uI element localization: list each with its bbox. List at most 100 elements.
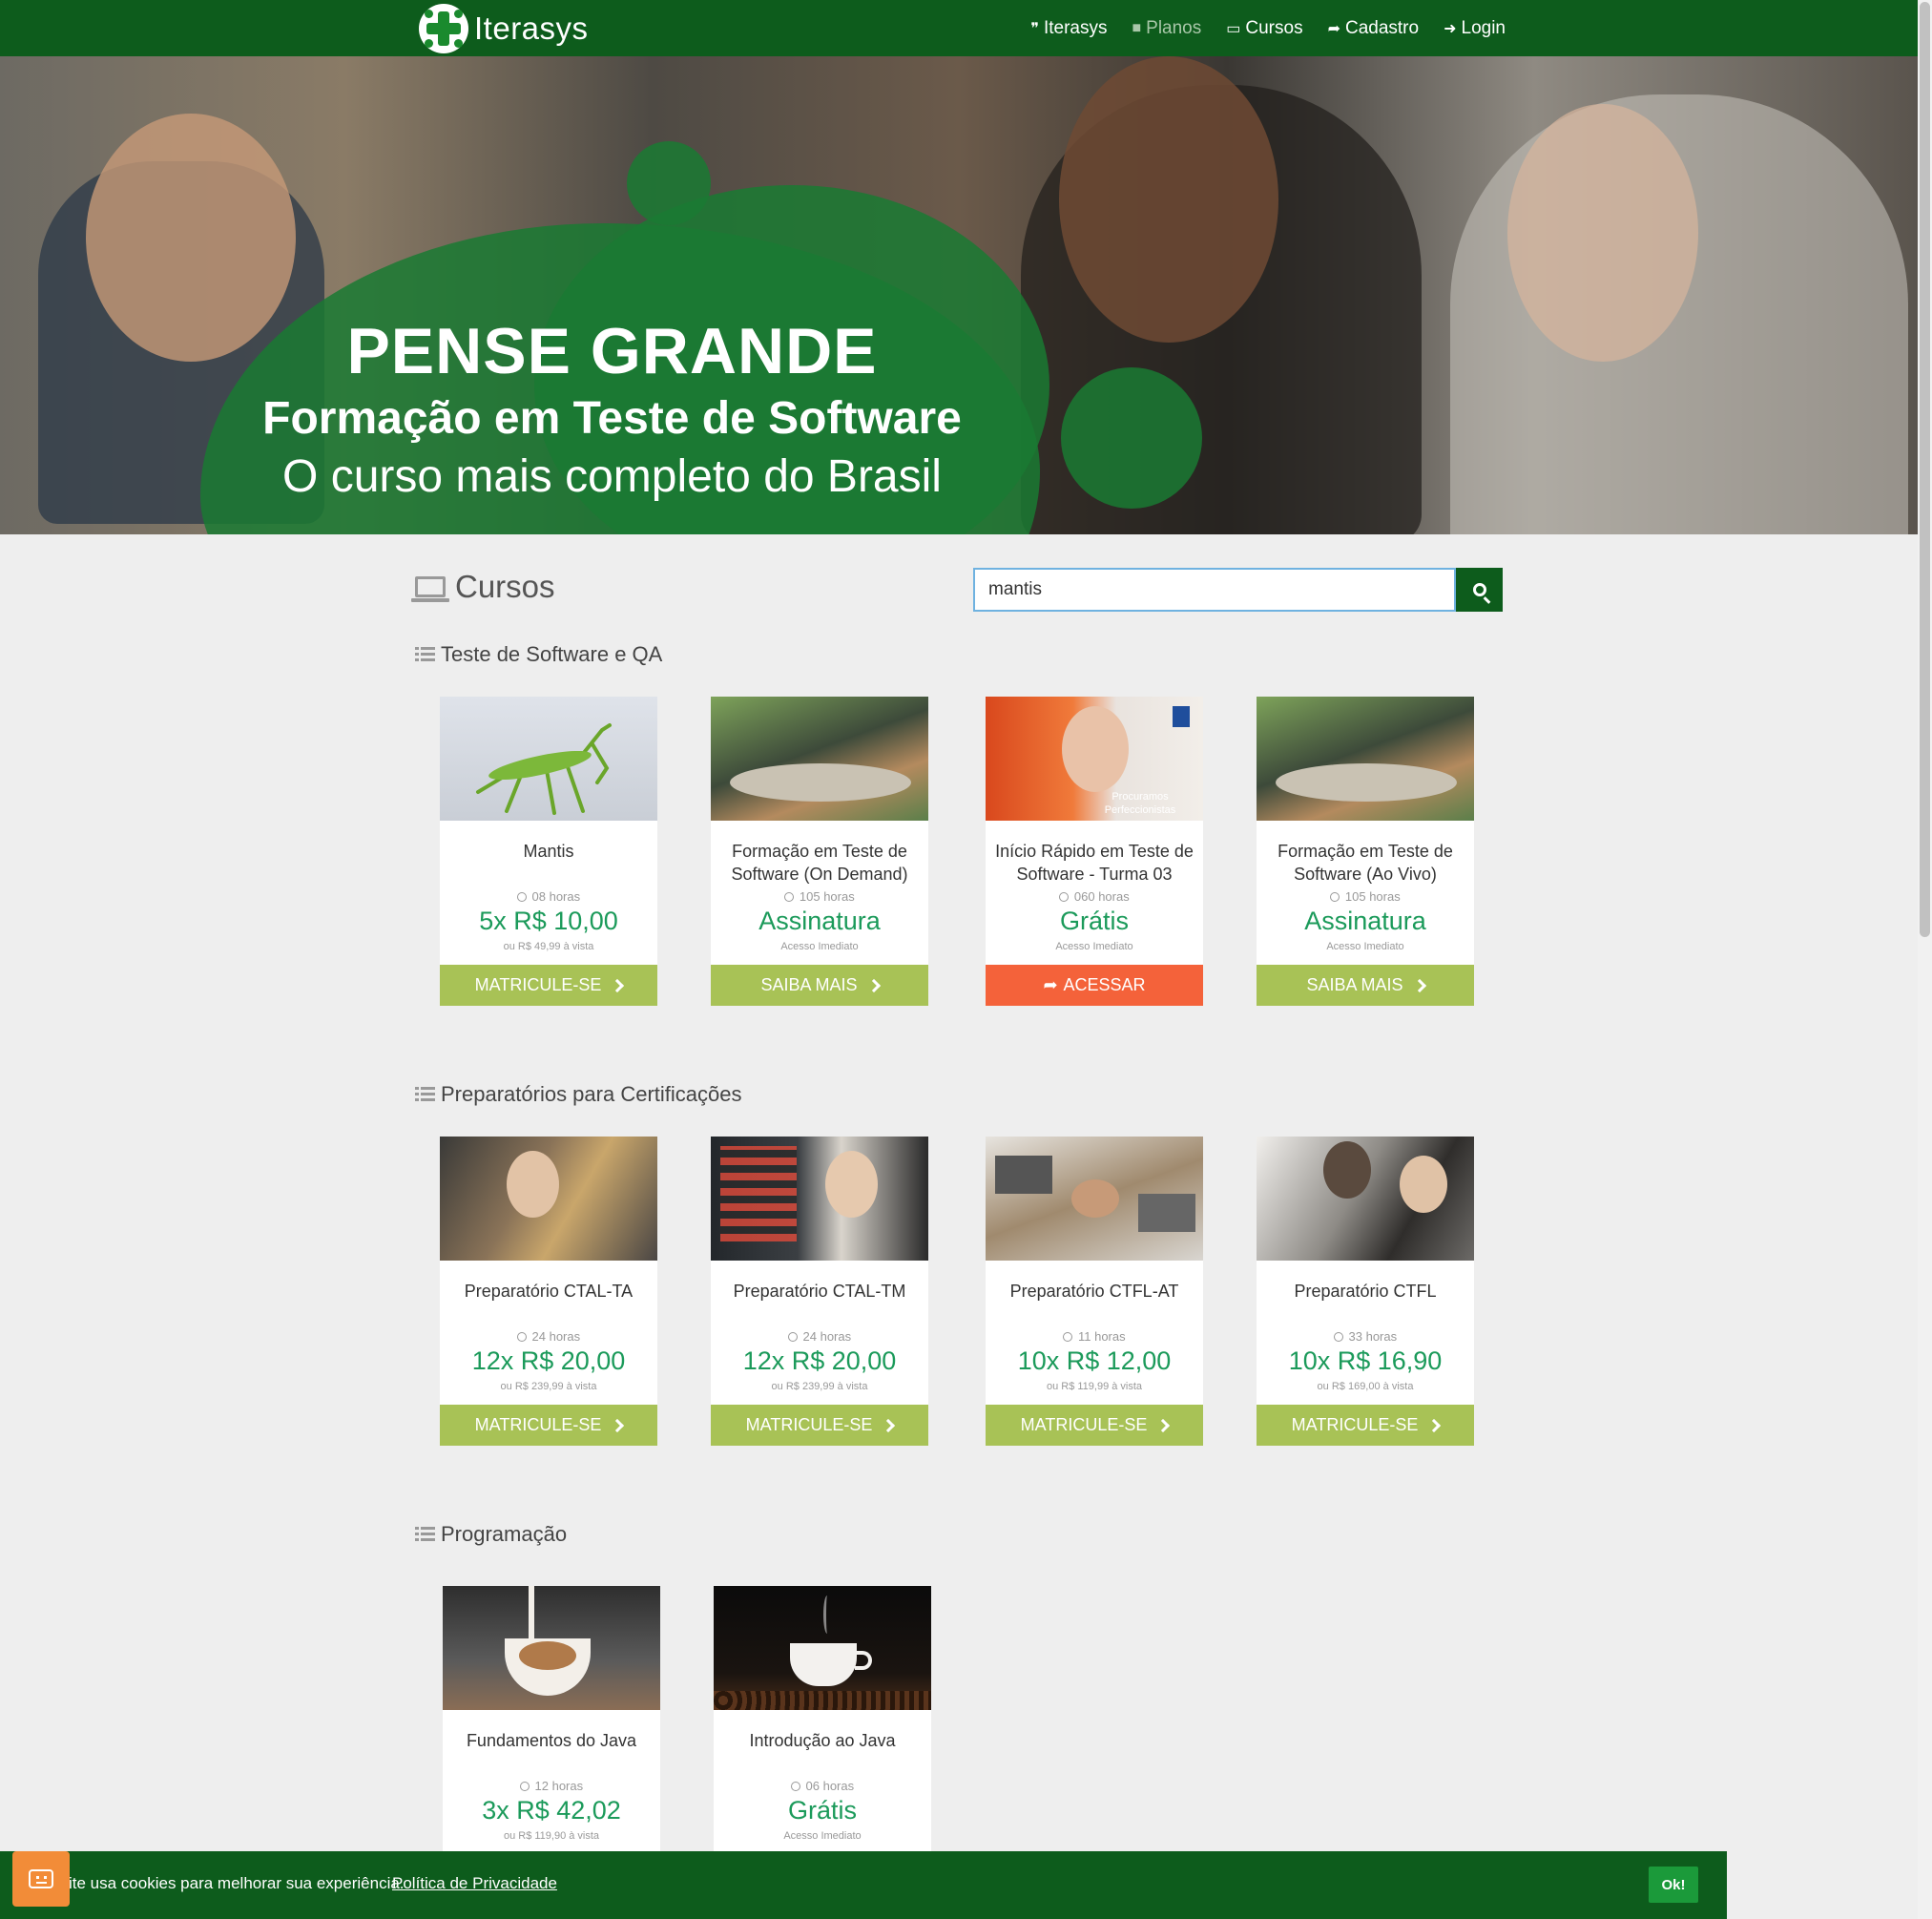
chevron-right-icon [611,978,625,992]
list-icon [415,1527,435,1542]
iterasys-logo-icon [419,4,468,53]
cookie-ok-button[interactable]: Ok! [1649,1867,1698,1903]
course-hours: 08 horas [440,889,657,904]
clock-icon [784,892,795,902]
nav-item-cursos[interactable]: ▭ Cursos [1226,18,1302,39]
bookmark-icon: ■ [1132,19,1142,36]
hero-photo-person [1507,104,1698,362]
course-card-formacao-ao-vivo[interactable]: Formação em Teste de Software (Ao Vivo) … [1257,697,1474,1006]
chat-widget-button[interactable] [12,1851,70,1907]
share-icon: ➦ [1327,20,1340,37]
course-card-mantis[interactable]: Mantis 08 horas 5x R$ 10,00 ou R$ 49,99 … [440,697,657,1006]
course-price: Assinatura [1304,907,1426,935]
course-image-woman-magnifier: Procuramos Perfeccionistas [986,697,1203,821]
nav-item-login[interactable]: ➜ Login [1444,18,1506,39]
section-title-preparatorios: Preparatórios para Certificações [415,1082,741,1107]
course-price: 5x R$ 10,00 [479,907,618,935]
nav-item-label: Planos [1146,17,1202,38]
chevron-right-icon [1412,978,1426,992]
hero-subtitle: Formação em Teste de Software [262,393,962,444]
course-price: 12x R$ 20,00 [742,1346,897,1375]
search-button[interactable] [1456,568,1503,612]
course-price-note: Acesso Imediato [1055,941,1133,952]
enroll-button[interactable]: MATRICULE-SE [440,965,657,1006]
course-card-introducao-java[interactable]: Introdução ao Java 06 horas Grátis Acess… [714,1586,931,1851]
course-name: Preparatório CTAL-TM [733,1282,906,1301]
enroll-button[interactable]: MATRICULE-SE [1257,1405,1474,1446]
course-price-note: ou R$ 169,00 à vista [1317,1381,1414,1392]
course-price: 10x R$ 16,90 [1288,1346,1443,1375]
hero-title: PENSE GRANDE [346,315,878,387]
course-image-people-laptop [440,1137,657,1261]
courses-title: Cursos [455,569,555,604]
course-price: Grátis [1059,907,1129,935]
course-card-ctal-tm[interactable]: Preparatório CTAL-TM 24 horas 12x R$ 20,… [711,1137,928,1446]
brand-link[interactable]: Iterasys [419,4,589,53]
hero-banner: PENSE GRANDE Formação em Teste de Softwa… [0,56,1918,534]
chevron-right-icon [611,1418,625,1432]
laptop-icon [411,576,449,602]
course-image-mantis [440,697,657,821]
course-hours: 33 horas [1257,1329,1474,1344]
enroll-button[interactable]: MATRICULE-SE [711,1405,928,1446]
laptop-icon: ▭ [1226,20,1241,37]
section-title-programacao: Programação [415,1522,567,1547]
course-price: 12x R$ 20,00 [471,1346,626,1375]
section-title-label: Teste de Software e QA [441,642,663,666]
course-card-ctfl[interactable]: Preparatório CTFL 33 horas 10x R$ 16,90 … [1257,1137,1474,1446]
section-title-label: Preparatórios para Certificações [441,1082,742,1106]
main-nav: ❞ Iterasys ■ Planos ▭ Cursos ➦ Cadastro … [1006,0,1506,56]
privacy-policy-link[interactable]: Política de Privacidade [392,1874,557,1893]
search-icon [1472,583,1486,596]
course-search-input[interactable] [973,568,1456,612]
course-card-ctal-ta[interactable]: Preparatório CTAL-TA 24 horas 12x R$ 20,… [440,1137,657,1446]
course-image-group-table [1257,697,1474,821]
course-price-note: Acesso Imediato [783,1830,862,1842]
course-image-sticky-notes [711,1137,928,1261]
chevron-right-icon [866,978,881,992]
list-icon [415,1087,435,1102]
hero-tagline: O curso mais completo do Brasil [282,451,942,502]
course-card-inicio-rapido[interactable]: Procuramos Perfeccionistas Início Rápido… [986,697,1203,1006]
nav-item-iterasys[interactable]: ❞ Iterasys [1030,18,1107,39]
course-hours: 24 horas [711,1329,928,1344]
scrollbar-thumb[interactable] [1920,2,1930,937]
nav-item-planos[interactable]: ■ Planos [1132,18,1201,39]
nav-item-label: Cursos [1245,17,1303,38]
chevron-right-icon [882,1418,896,1432]
enroll-button[interactable]: MATRICULE-SE [986,1405,1203,1446]
learn-more-button[interactable]: SAIBA MAIS [711,965,928,1006]
course-card-fundamentos-java[interactable]: Fundamentos do Java 12 horas 3x R$ 42,02… [443,1586,660,1851]
course-image-group-table [711,697,928,821]
chevron-right-icon [1427,1418,1442,1432]
cookie-message: ite usa cookies para melhorar sua experi… [69,1874,405,1892]
course-price-note: ou R$ 119,90 à vista [503,1830,600,1842]
course-price: Assinatura [758,907,881,935]
course-hours: 24 horas [440,1329,657,1344]
course-name: Início Rápido em Teste de Software - Tur… [995,842,1194,884]
nav-item-label: Login [1461,17,1506,38]
course-image-team-hands [986,1137,1203,1261]
learn-more-button[interactable]: SAIBA MAIS [1257,965,1474,1006]
course-card-formacao-on-demand[interactable]: Formação em Teste de Software (On Demand… [711,697,928,1006]
clock-icon [790,1782,800,1791]
course-name: Formação em Teste de Software (On Demand… [731,842,908,884]
courses-heading: Cursos [411,569,555,605]
clock-icon [1330,892,1340,902]
course-name: Introdução ao Java [749,1731,896,1750]
course-price-note: ou R$ 49,99 à vista [503,941,594,952]
access-button[interactable]: ➦ ACESSAR [986,965,1203,1006]
nav-item-label: Cadastro [1344,17,1420,38]
nav-item-cadastro[interactable]: ➦ Cadastro [1328,18,1420,39]
course-name: Preparatório CTFL [1294,1282,1437,1301]
page-scrollbar[interactable] [1918,0,1932,1919]
enroll-button[interactable]: MATRICULE-SE [440,1405,657,1446]
clock-icon [516,892,527,902]
course-card-ctfl-at[interactable]: Preparatório CTFL-AT 11 horas 10x R$ 12,… [986,1137,1203,1446]
hero-photo-person [1059,56,1278,343]
course-name: Preparatório CTFL-AT [1009,1282,1179,1301]
section-title-label: Programação [441,1522,568,1546]
course-name: Fundamentos do Java [466,1731,637,1750]
image-caption: Procuramos Perfeccionistas [1104,791,1176,816]
course-name: Preparatório CTAL-TA [464,1282,634,1301]
